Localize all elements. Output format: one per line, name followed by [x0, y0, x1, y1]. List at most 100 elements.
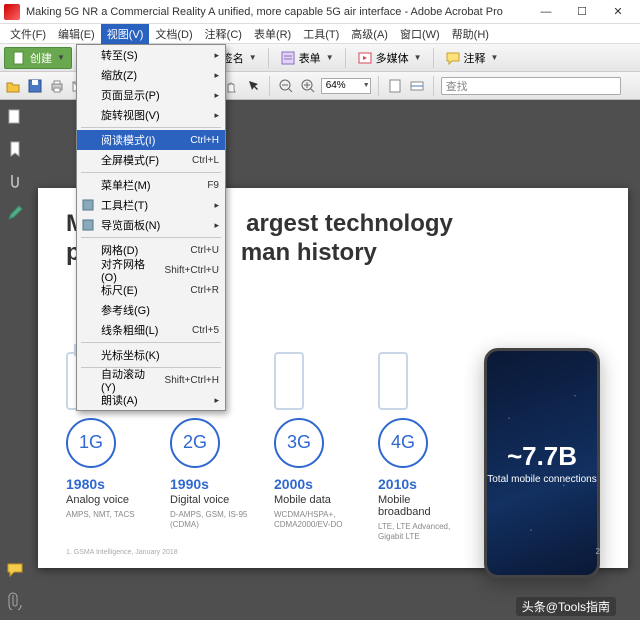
gen-badge: 1G	[66, 418, 116, 468]
fit-page-button[interactable]	[386, 77, 404, 95]
menu-comment[interactable]: 注释(C)	[199, 24, 248, 44]
menu-item[interactable]: 缩放(Z)	[77, 65, 225, 85]
signatures-panel-button[interactable]	[6, 204, 24, 222]
menu-item-label: 光标坐标(K)	[101, 347, 160, 363]
menu-advanced[interactable]: 高级(A)	[345, 24, 394, 44]
maximize-button[interactable]: ☐	[564, 1, 600, 23]
cursor-icon	[245, 78, 261, 94]
gen-3g: 3G 2000s Mobile data WCDMA/HSPA+, CDMA20…	[274, 352, 354, 542]
gen-4g: 4G 2010s Mobile broadband LTE, LTE Advan…	[378, 352, 458, 542]
fit-width-button[interactable]	[408, 77, 426, 95]
open-button[interactable]	[4, 77, 22, 95]
menu-item-shortcut: Ctrl+R	[180, 285, 219, 296]
stat-label: Total mobile connections	[487, 474, 597, 486]
menu-item[interactable]: 旋转视图(V)	[77, 105, 225, 125]
menu-item-shortcut: F9	[197, 180, 219, 191]
menu-item-label: 标尺(E)	[101, 282, 138, 298]
comment-icon	[445, 50, 461, 66]
device-icon	[378, 352, 408, 410]
nav-pane	[0, 100, 30, 620]
menu-file[interactable]: 文件(F)	[4, 24, 52, 44]
close-button[interactable]: ✕	[600, 1, 636, 23]
phone-5g: ~7.7B Total mobile connections	[484, 348, 600, 578]
document-new-icon	[11, 50, 27, 66]
menu-item-label: 导览面板(N)	[101, 217, 160, 233]
clip-icon	[6, 172, 24, 190]
comments-panel-button[interactable]	[6, 560, 24, 578]
menu-item[interactable]: 自动滚动(Y)Shift+Ctrl+H	[77, 370, 225, 390]
attachments-panel-button[interactable]	[6, 172, 24, 190]
menu-item[interactable]: 朗读(A)	[77, 390, 225, 410]
select-tool[interactable]	[244, 77, 262, 95]
attachments-button[interactable]	[6, 592, 24, 610]
window-controls: — ☐ ✕	[528, 1, 636, 23]
menu-item[interactable]: 导览面板(N)	[77, 215, 225, 235]
menu-tools[interactable]: 工具(T)	[297, 24, 345, 44]
bookmark-icon	[6, 140, 24, 158]
menu-item[interactable]: 对齐网格(O)Shift+Ctrl+U	[77, 260, 225, 280]
menu-item-shortcut: Ctrl+L	[182, 155, 219, 166]
menu-item-shortcut: Ctrl+5	[182, 325, 219, 336]
menu-item-shortcut: Ctrl+H	[180, 135, 219, 146]
multimedia-button[interactable]: 多媒体▼	[350, 47, 429, 69]
comment-button[interactable]: 注释▼	[438, 47, 506, 69]
search-input[interactable]: 查找	[441, 77, 621, 95]
pages-icon	[6, 108, 24, 126]
zoom-out-button[interactable]	[277, 77, 295, 95]
menu-item-label: 缩放(Z)	[101, 67, 137, 83]
menu-item[interactable]: 页面显示(P)	[77, 85, 225, 105]
menu-edit[interactable]: 编辑(E)	[52, 24, 101, 44]
menu-item[interactable]: 工具栏(T)	[77, 195, 225, 215]
pages-panel-button[interactable]	[6, 108, 24, 126]
tools-icon	[81, 198, 95, 212]
stat-value: ~7.7B	[507, 441, 577, 472]
menu-item-shortcut: Ctrl+U	[180, 245, 219, 256]
printer-icon	[49, 78, 65, 94]
zoom-out-icon	[278, 78, 294, 94]
window-title: Making 5G NR a Commercial Reality A unif…	[26, 6, 528, 18]
menu-item-label: 线条粗细(L)	[101, 322, 158, 338]
menu-item-shortcut: Shift+Ctrl+U	[155, 265, 219, 276]
app-icon	[4, 4, 20, 20]
titlebar: Making 5G NR a Commercial Reality A unif…	[0, 0, 640, 24]
menu-forms[interactable]: 表单(R)	[248, 24, 297, 44]
menu-item[interactable]: 转至(S)	[77, 45, 225, 65]
minimize-button[interactable]: —	[528, 1, 564, 23]
menu-item-label: 转至(S)	[101, 47, 138, 63]
menu-item[interactable]: 全屏模式(F)Ctrl+L	[77, 150, 225, 170]
menu-item[interactable]: 标尺(E) Ctrl+R	[77, 280, 225, 300]
menu-item[interactable]: 参考线(G)	[77, 300, 225, 320]
menu-item-label: 旋转视图(V)	[101, 107, 160, 123]
menu-item[interactable]: 线条粗细(L) Ctrl+5	[77, 320, 225, 340]
panel-icon	[81, 218, 95, 232]
zoom-in-button[interactable]	[299, 77, 317, 95]
speech-icon	[6, 560, 24, 578]
view-menu-dropdown: 转至(S) 缩放(Z) 页面显示(P) 旋转视图(V) 阅读模式(I)Ctrl+H全屏模…	[76, 44, 226, 411]
slide-page-number: 2	[596, 547, 600, 556]
paperclip-icon	[6, 592, 24, 610]
bookmarks-panel-button[interactable]	[6, 140, 24, 158]
menu-window[interactable]: 窗口(W)	[394, 24, 446, 44]
folder-open-icon	[5, 78, 21, 94]
forms-button[interactable]: 表单▼	[273, 47, 341, 69]
menu-item-label: 页面显示(P)	[101, 87, 160, 103]
slide-footnote: 1. GSMA Intelligence, January 2018	[66, 549, 178, 556]
print-button[interactable]	[48, 77, 66, 95]
menu-item-shortcut: Shift+Ctrl+H	[155, 375, 219, 386]
menu-item[interactable]: 菜单栏(M) F9	[77, 175, 225, 195]
save-button[interactable]	[26, 77, 44, 95]
menu-item-label: 工具栏(T)	[101, 197, 148, 213]
zoom-combo[interactable]: 64%▼	[321, 78, 371, 94]
menu-item[interactable]: 阅读模式(I)Ctrl+H	[77, 130, 225, 150]
menu-help[interactable]: 帮助(H)	[446, 24, 495, 44]
create-button[interactable]: 创建▼	[4, 47, 72, 69]
menu-item-label: 参考线(G)	[101, 302, 150, 318]
menu-item[interactable]: 光标坐标(K)	[77, 345, 225, 365]
create-label: 创建	[30, 50, 52, 66]
fit-width-icon	[409, 78, 425, 94]
menu-item-label: 菜单栏(M)	[101, 177, 151, 193]
menu-view[interactable]: 视图(V)	[101, 24, 150, 44]
menu-item-label: 朗读(A)	[101, 392, 138, 408]
menu-document[interactable]: 文档(D)	[149, 24, 198, 44]
save-icon	[27, 78, 43, 94]
